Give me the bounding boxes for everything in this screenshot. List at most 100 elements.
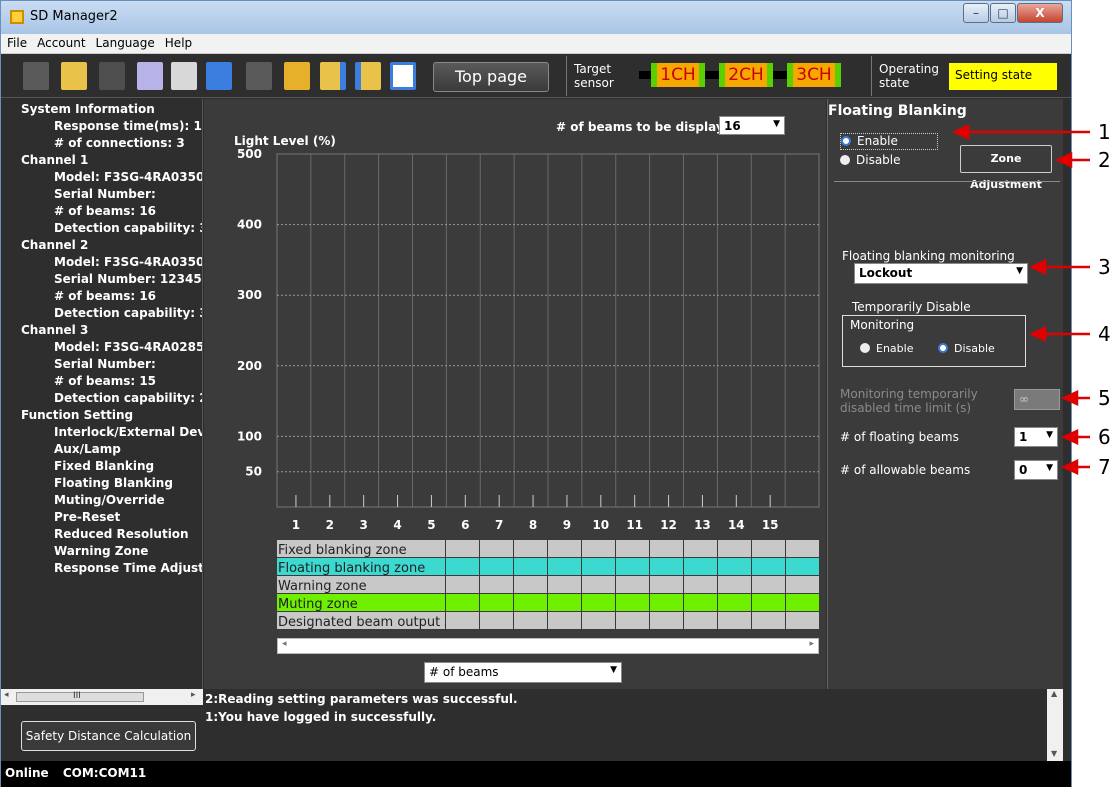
tree-item[interactable]: Detection capability: 30mm bbox=[1, 220, 202, 237]
safety-distance-button[interactable]: Safety Distance Calculation bbox=[21, 721, 196, 751]
zone-cell bbox=[684, 594, 717, 611]
menu-file[interactable]: File bbox=[1, 34, 31, 50]
tree-item[interactable]: Model: F3SG-4RA0350-3( bbox=[1, 254, 202, 271]
scroll-grip: III bbox=[73, 691, 81, 701]
scroll-down-icon[interactable]: ▼ bbox=[1051, 749, 1057, 758]
scroll-up-icon[interactable]: ▲ bbox=[1051, 689, 1057, 698]
main-window: SD Manager2 – □ X File Account Language Hel… bbox=[0, 0, 1072, 787]
print-icon[interactable] bbox=[171, 62, 197, 90]
tree-item[interactable]: Detection capability: 25mm bbox=[1, 390, 202, 407]
scroll-thumb[interactable]: III bbox=[16, 691, 144, 702]
tree-item[interactable]: Model: F3SG-4RA0285-2( bbox=[1, 339, 202, 356]
temp-disable-radio[interactable]: Disable bbox=[938, 342, 995, 355]
tree-item[interactable]: Response Time Adjustment bbox=[1, 560, 202, 577]
x-axis-mode-select[interactable]: # of beams ▼ bbox=[424, 662, 622, 683]
zone-cell bbox=[582, 594, 615, 611]
tree-item[interactable]: # of beams: 15 bbox=[1, 373, 202, 390]
tree-item[interactable]: Serial Number: bbox=[1, 356, 202, 373]
zone-cell bbox=[582, 540, 615, 557]
x-tick-label: 1 bbox=[292, 518, 300, 532]
zone-cell bbox=[582, 558, 615, 575]
tree-item[interactable]: Detection capability: 30mm bbox=[1, 305, 202, 322]
scroll-left-icon[interactable]: ◂ bbox=[4, 690, 9, 700]
x-tick-label: 11 bbox=[626, 518, 643, 532]
top-page-button[interactable]: Top page bbox=[433, 62, 549, 92]
lock-icon[interactable] bbox=[284, 62, 310, 90]
tree-item[interactable]: Reduced Resolution bbox=[1, 526, 202, 543]
tree-item[interactable]: Serial Number: bbox=[1, 186, 202, 203]
tree-group[interactable]: Function Setting bbox=[1, 407, 202, 424]
channel-2ch[interactable]: 2CH bbox=[719, 63, 773, 87]
monitoring-select[interactable]: Lockout ▼ bbox=[854, 263, 1028, 284]
zone-cell bbox=[616, 540, 649, 557]
tree-item[interactable]: Pre-Reset bbox=[1, 509, 202, 526]
close-button[interactable]: X bbox=[1017, 3, 1063, 23]
menu-help[interactable]: Help bbox=[159, 34, 196, 50]
toolbar: Top page Target sensor 1CH 2CH 3CH Opera… bbox=[1, 54, 1071, 98]
tree-item[interactable]: Warning Zone bbox=[1, 543, 202, 560]
allowable-beams-select[interactable]: 0 ▼ bbox=[1014, 460, 1058, 480]
list-icon[interactable] bbox=[390, 62, 416, 90]
chart-hscrollbar[interactable]: ◂ ▸ bbox=[277, 638, 819, 654]
zone-adjustment-button[interactable]: Zone Adjustment bbox=[960, 145, 1052, 191]
scroll-right-icon[interactable]: ▸ bbox=[191, 690, 196, 700]
tree-group[interactable]: System Information bbox=[1, 101, 202, 118]
zone-cell bbox=[786, 576, 819, 593]
toolbar-divider bbox=[871, 56, 872, 96]
floating-beams-select[interactable]: 1 ▼ bbox=[1014, 427, 1058, 447]
disable-radio[interactable]: Disable bbox=[840, 153, 901, 167]
minimize-button[interactable]: – bbox=[963, 3, 989, 23]
zone-cell bbox=[650, 540, 683, 557]
tree-item[interactable]: Serial Number: 12345678 bbox=[1, 271, 202, 288]
chevron-down-icon: ▼ bbox=[610, 665, 617, 675]
zone-cell bbox=[684, 576, 717, 593]
save-icon[interactable] bbox=[99, 62, 125, 90]
zone-cell bbox=[616, 612, 649, 629]
open-folder-icon[interactable] bbox=[61, 62, 87, 90]
port-status: COM:COM11 bbox=[62, 766, 147, 780]
monitor-icon[interactable] bbox=[206, 62, 232, 90]
callout-5: 5 bbox=[1098, 386, 1111, 410]
channel-1ch[interactable]: 1CH bbox=[651, 63, 705, 87]
scroll-left-icon[interactable]: ◂ bbox=[282, 639, 287, 649]
tree-item[interactable]: Fixed Blanking bbox=[1, 458, 202, 475]
tree-item[interactable]: Muting/Override bbox=[1, 492, 202, 509]
zone-cell bbox=[786, 540, 819, 557]
x-tick-label: 15 bbox=[762, 518, 779, 532]
chart-area: Light Level (%) # of beams to be display… bbox=[204, 99, 826, 689]
tree-group[interactable]: Channel 1 bbox=[1, 152, 202, 169]
maximize-button[interactable]: □ bbox=[990, 3, 1016, 23]
zone-cell bbox=[582, 612, 615, 629]
key-icon[interactable] bbox=[246, 62, 272, 90]
tree-group[interactable]: Channel 2 bbox=[1, 237, 202, 254]
x-tick-label: 2 bbox=[326, 518, 334, 532]
zone-cell bbox=[582, 576, 615, 593]
zone-cell bbox=[446, 540, 479, 557]
tree-item[interactable]: Interlock/External Device bbox=[1, 424, 202, 441]
log-vscrollbar[interactable]: ▲ ▼ bbox=[1047, 689, 1063, 761]
tree-group[interactable]: Channel 3 bbox=[1, 322, 202, 339]
tree-item[interactable]: Aux/Lamp bbox=[1, 441, 202, 458]
tree-item[interactable]: # of beams: 16 bbox=[1, 203, 202, 220]
tree-item[interactable]: Floating Blanking bbox=[1, 475, 202, 492]
scroll-right-icon[interactable]: ▸ bbox=[809, 639, 814, 649]
beams-display-select[interactable]: 16 ▼ bbox=[719, 116, 785, 135]
zone-cell bbox=[446, 594, 479, 611]
x-tick-label: 4 bbox=[393, 518, 401, 532]
menu-account[interactable]: Account bbox=[31, 34, 89, 50]
upload-icon[interactable] bbox=[355, 62, 381, 90]
operating-state-label: Operating state bbox=[879, 62, 939, 90]
channel-3ch[interactable]: 3CH bbox=[787, 63, 841, 87]
tree-item[interactable]: # of beams: 16 bbox=[1, 288, 202, 305]
menu-language[interactable]: Language bbox=[90, 34, 159, 50]
print-preview-icon[interactable] bbox=[137, 62, 163, 90]
tree-item[interactable]: Model: F3SG-4RA0350-3( bbox=[1, 169, 202, 186]
enable-radio[interactable]: Enable bbox=[840, 133, 938, 150]
sidebar-hscrollbar[interactable]: ◂ III ▸ bbox=[1, 689, 203, 705]
tree-item[interactable]: # of connections: 3 bbox=[1, 135, 202, 152]
tree-item[interactable]: Response time(ms): 13 bbox=[1, 118, 202, 135]
temp-enable-radio[interactable]: Enable bbox=[860, 342, 913, 355]
download-icon[interactable] bbox=[320, 62, 346, 90]
temp-disable-subtitle: Monitoring bbox=[850, 318, 915, 332]
new-file-icon[interactable] bbox=[23, 62, 49, 90]
